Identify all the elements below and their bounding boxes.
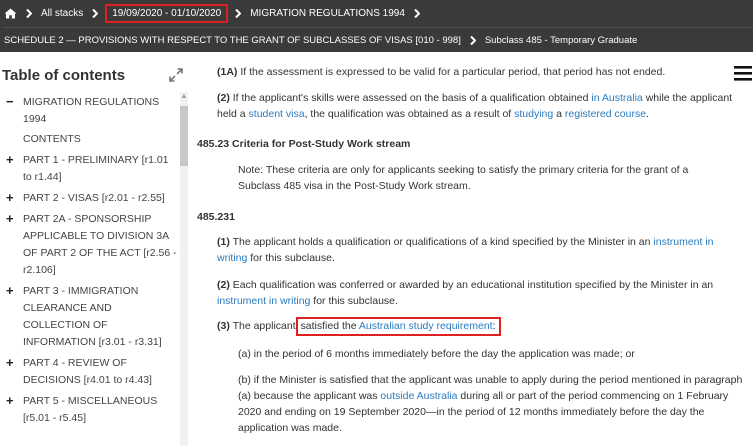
expand-plus-icon[interactable]: +: [4, 355, 23, 389]
breadcrumb-secondary: SCHEDULE 2 — PROVISIONS WITH RESPECT TO …: [4, 27, 753, 52]
toc-item-part-2a[interactable]: + PART 2A - SPONSORSHIP APPLICABLE TO DI…: [4, 211, 178, 279]
link-australian-study-requirement[interactable]: Australian study requirement: [359, 320, 493, 332]
toc-item-part-4[interactable]: + PART 4 - REVIEW OF DECISIONS [r4.01 to…: [4, 355, 178, 389]
chevron-right-icon: [92, 8, 99, 18]
paragraph-1a: (1A) If the assessment is expressed to b…: [217, 66, 666, 78]
toc-item-part-3[interactable]: + PART 3 - IMMIGRATION CLEARANCE AND COL…: [4, 283, 178, 351]
main-content: (1A) If the assessment is expressed to b…: [191, 52, 753, 446]
toc-item-label[interactable]: PART 3 - IMMIGRATION CLEARANCE AND COLLE…: [23, 283, 178, 351]
table-of-contents: Table of contents − MIGRATION REGULATION…: [0, 58, 191, 446]
toc-item-part-1[interactable]: + PART 1 - PRELIMINARY [r1.01 to r1.44]: [4, 152, 178, 186]
link-studying[interactable]: studying: [514, 108, 553, 120]
paragraph-2: (2) If the applicant's skills were asses…: [217, 92, 733, 120]
chevron-right-icon: [235, 8, 242, 18]
chevron-right-icon: [26, 8, 32, 18]
toc-item-label[interactable]: CONTENTS: [23, 131, 81, 148]
highlight-box: satisfied the Australian study requireme…: [295, 317, 501, 336]
toc-item-regulations[interactable]: − MIGRATION REGULATIONS 1994: [4, 94, 178, 128]
toc-body: − MIGRATION REGULATIONS 1994 CONTENTS + …: [0, 92, 191, 446]
chevron-right-icon: [414, 8, 420, 18]
breadcrumb-date-range[interactable]: 19/09/2020 - 01/10/2020: [105, 3, 229, 23]
toc-scrollbar-thumb[interactable]: [180, 106, 188, 166]
breadcrumb-subclass[interactable]: Subclass 485 - Temporary Graduate: [485, 35, 637, 46]
expand-plus-icon[interactable]: +: [4, 393, 23, 427]
breadcrumb-regulations[interactable]: MIGRATION REGULATIONS 1994: [250, 8, 405, 19]
section-heading-485-231: 485.231: [197, 211, 235, 223]
toc-item-part-5[interactable]: + PART 5 - MISCELLANEOUS [r5.01 - r5.45]: [4, 393, 178, 427]
home-icon[interactable]: [4, 8, 17, 19]
link-in-australia[interactable]: in Australia: [591, 92, 642, 104]
breadcrumb-schedule[interactable]: SCHEDULE 2 — PROVISIONS WITH RESPECT TO …: [4, 35, 461, 46]
link-instrument-in-writing[interactable]: instrument in writing: [217, 295, 310, 307]
subclause-1: (1) The applicant holds a qualification …: [217, 236, 714, 264]
toc-item-label[interactable]: PART 1 - PRELIMINARY [r1.01 to r1.44]: [23, 152, 178, 186]
chevron-right-icon: [470, 35, 476, 45]
toc-title: Table of contents: [2, 66, 126, 84]
toc-item-part-2[interactable]: + PART 2 - VISAS [r2.01 - r2.55]: [4, 190, 178, 207]
toc-header: Table of contents: [2, 58, 188, 92]
toc-scrollbar[interactable]: [180, 92, 188, 446]
toc-item-label[interactable]: PART 2A - SPONSORSHIP APPLICABLE TO DIVI…: [23, 211, 178, 279]
paragraph-b: (b) if the Minister is satisfied that th…: [238, 374, 743, 434]
scroll-up-arrow-icon[interactable]: ▲: [180, 92, 188, 102]
subclause-3: (3) The applicant satisfied the Australi…: [217, 317, 749, 336]
breadcrumb-all-stacks[interactable]: All stacks: [41, 8, 83, 19]
breadcrumb-bar: All stacks 19/09/2020 - 01/10/2020 MIGRA…: [0, 0, 753, 52]
subclause-2: (2) Each qualification was conferred or …: [217, 279, 714, 307]
toc-item-label[interactable]: MIGRATION REGULATIONS 1994: [23, 94, 178, 128]
expand-icon[interactable]: [168, 67, 184, 83]
link-outside-australia[interactable]: outside Australia: [380, 390, 457, 402]
toc-item-label[interactable]: PART 4 - REVIEW OF DECISIONS [r4.01 to r…: [23, 355, 178, 389]
expand-plus-icon[interactable]: +: [4, 190, 23, 207]
toc-item-label[interactable]: PART 5 - MISCELLANEOUS [r5.01 - r5.45]: [23, 393, 178, 427]
breadcrumb: All stacks 19/09/2020 - 01/10/2020 MIGRA…: [4, 0, 429, 26]
link-student-visa[interactable]: student visa: [249, 108, 305, 120]
link-registered-course[interactable]: registered course: [565, 108, 646, 120]
expand-plus-icon[interactable]: +: [4, 211, 23, 279]
hamburger-menu-icon[interactable]: [734, 66, 752, 86]
expand-plus-icon[interactable]: +: [4, 152, 23, 186]
expand-plus-icon[interactable]: +: [4, 283, 23, 351]
paragraph-a: (a) in the period of 6 months immediatel…: [238, 348, 635, 360]
toc-item-contents[interactable]: CONTENTS: [4, 131, 178, 148]
section-heading-485-23: 485.23 Criteria for Post-Study Work stre…: [197, 138, 411, 150]
collapse-icon[interactable]: −: [4, 94, 23, 128]
note-paragraph: Note: These criteria are only for applic…: [238, 164, 689, 192]
toc-item-label[interactable]: PART 2 - VISAS [r2.01 - r2.55]: [23, 190, 165, 207]
